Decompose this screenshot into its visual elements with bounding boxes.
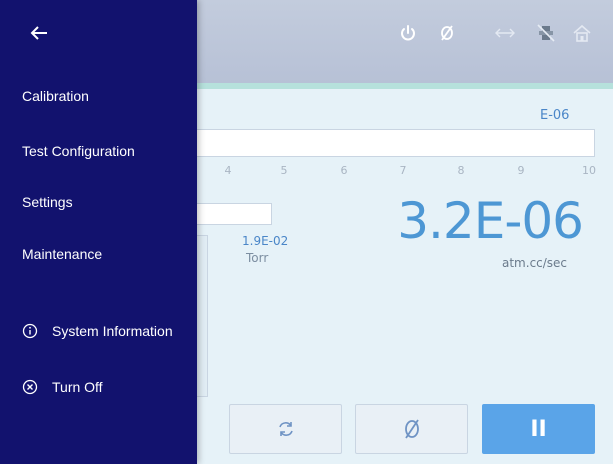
leak-rate-value: 3.2E-06 <box>397 192 584 250</box>
leak-rate-bar <box>196 129 595 157</box>
pause-button[interactable]: II <box>482 404 595 454</box>
menu-item-system-information[interactable]: System Information <box>22 323 173 339</box>
power-icon[interactable] <box>397 22 419 44</box>
refresh-icon <box>278 422 293 436</box>
back-button[interactable] <box>26 20 52 46</box>
pressure-value: 1.9E-02 <box>242 234 289 248</box>
menu-item-test-configuration[interactable]: Test Configuration <box>22 143 135 159</box>
valve-icon <box>535 22 557 44</box>
side-panel <box>196 235 208 397</box>
scale-tick: 7 <box>399 164 407 177</box>
menu-item-turn-off[interactable]: Turn Off <box>22 379 103 395</box>
menu-item-label: System Information <box>52 323 173 339</box>
pressure-bar <box>196 203 272 225</box>
zero-icon[interactable] <box>436 22 458 44</box>
arrow-left-icon <box>30 26 47 40</box>
info-circle-icon <box>22 323 38 339</box>
scale-tick: 4 <box>224 164 232 177</box>
scale-tick: 10 <box>582 164 596 177</box>
pressure-unit: Torr <box>246 251 269 265</box>
home-icon[interactable] <box>571 22 593 44</box>
scale-tick: 6 <box>340 164 348 177</box>
navigation-drawer: Calibration Test Configuration Settings … <box>0 0 197 464</box>
refresh-button[interactable] <box>229 404 342 454</box>
menu-item-maintenance[interactable]: Maintenance <box>22 246 102 262</box>
scale-tick: 5 <box>280 164 288 177</box>
zero-button[interactable] <box>355 404 468 454</box>
scale-unit-label: E-06 <box>540 108 570 123</box>
menu-item-label: Turn Off <box>52 379 103 395</box>
leak-rate-unit: atm.cc/sec <box>502 256 568 270</box>
close-circle-icon <box>22 379 38 395</box>
pause-label: II <box>530 416 547 442</box>
zero-icon <box>404 419 419 439</box>
swap-arrows-icon <box>492 22 518 44</box>
menu-item-calibration[interactable]: Calibration <box>22 88 89 104</box>
scale-tick: 9 <box>517 164 525 177</box>
menu-item-settings[interactable]: Settings <box>22 194 73 210</box>
scale-tick: 8 <box>457 164 465 177</box>
